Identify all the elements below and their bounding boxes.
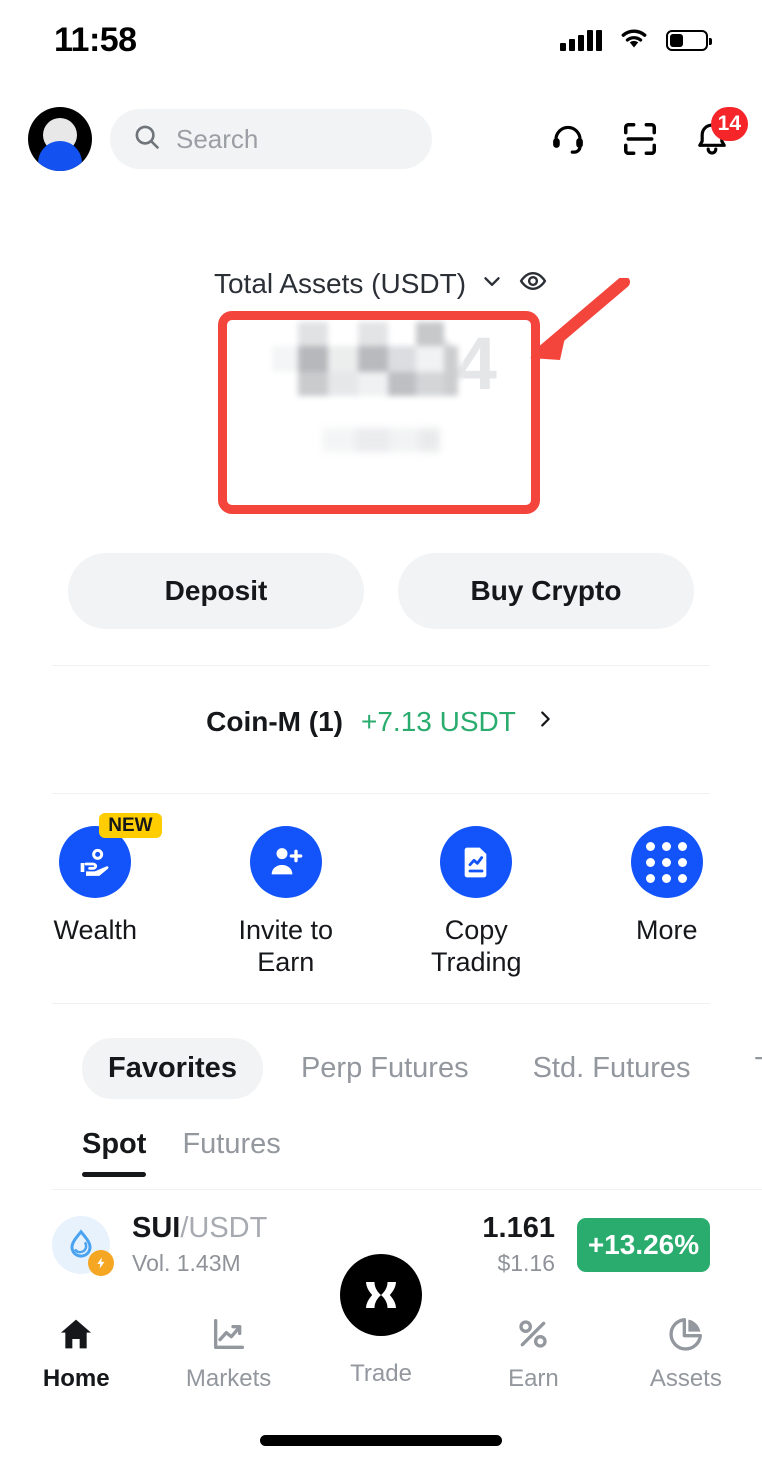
coin-m-pnl: +7.13 USDT [361,705,516,737]
divider-top [52,665,710,666]
subtab-futures[interactable]: Futures [182,1128,280,1177]
wifi-icon [618,26,650,55]
coin-price-usd: $1.16 [497,1249,555,1276]
nav-label: Home [42,1365,110,1392]
nav-assets[interactable]: Assets [610,1300,762,1393]
chevron-down-icon[interactable] [479,268,505,299]
document-chart-icon [440,826,513,898]
quick-action-label: Wealth [53,915,138,945]
quick-action-invite-to-earn[interactable]: Invite to Earn [191,826,382,979]
coin-change-badge[interactable]: +13.26% [577,1218,710,1272]
tab-favorites[interactable]: Favorites [82,1038,263,1099]
status-bar: 11:58 [0,0,762,80]
eye-icon[interactable] [518,266,548,301]
total-assets-label: Total Assets (USDT) [213,267,467,299]
user-avatar-icon[interactable] [28,107,92,171]
new-badge: NEW [99,813,162,838]
coin-price-block: 1.161 $1.16 [482,1212,555,1277]
buy-crypto-button[interactable]: Buy Crypto [398,553,694,629]
sui-droplet-icon [52,1216,114,1276]
quick-action-label: Copy Trading [430,915,522,977]
nav-label: Trade [350,1360,412,1387]
pie-chart-icon [669,1318,702,1351]
home-indicator [260,1435,502,1446]
balance-subvalue-masked [322,428,440,452]
tab-std-futures[interactable]: Std. Futures [507,1038,717,1099]
app-header: Search 14 [0,103,762,175]
balance-masked-digits [266,316,464,402]
nav-label: Earn [508,1365,559,1392]
subtabs-rule [52,1189,762,1190]
user-plus-icon [249,826,322,898]
nav-earn[interactable]: Earn [457,1300,609,1393]
tab-top-gainers[interactable]: Top G [729,1038,762,1099]
hand-coin-icon: NEW [59,813,162,898]
quick-actions: NEW Wealth Invite to Earn Copy Trading M… [0,813,762,979]
bell-icon[interactable]: 14 [690,107,748,161]
chart-line-icon [213,1319,244,1349]
home-icon [61,1319,92,1349]
quick-action-more[interactable]: More [572,826,762,979]
market-sub-tabs: Spot Futures [82,1128,281,1177]
headset-support-icon[interactable] [546,117,590,161]
divider-quick [52,1003,710,1004]
search-icon [132,122,162,157]
coin-m-label: Coin-M (1) [206,705,343,737]
tab-perp-futures[interactable]: Perp Futures [275,1038,495,1099]
divider-coinm [52,793,710,794]
search-placeholder: Search [176,123,259,154]
signal-bars-icon [560,29,602,51]
nav-label: Markets [185,1365,272,1392]
app-screen: 11:58 Search 14 Total Assets (USDT) Depo… [0,0,762,1468]
search-input[interactable]: Search [110,109,432,169]
quick-action-label: More [635,915,698,945]
coin-volume: Vol. 1.43M [132,1249,241,1276]
notification-badge: 14 [710,107,748,141]
quick-action-copy-trading[interactable]: Copy Trading [381,826,572,979]
nav-label: Assets [649,1365,722,1392]
market-category-tabs: Favorites Perp Futures Std. Futures Top … [0,1038,762,1099]
subtab-spot[interactable]: Spot [82,1128,147,1177]
status-time: 11:58 [54,20,137,59]
lightning-bolt-icon [88,1250,114,1276]
grid-dots-icon [630,826,703,898]
header-actions: 14 [546,107,748,161]
trade-x-logo-icon [340,1254,423,1336]
coin-price: 1.161 [482,1212,555,1245]
status-indicators [560,26,712,55]
nav-markets[interactable]: Markets [152,1300,304,1393]
chevron-right-icon[interactable] [534,705,556,738]
coin-m-row[interactable]: Coin-M (1) +7.13 USDT [0,705,762,738]
coin-pair: SUI/USDT [132,1212,268,1245]
coin-meta: SUI/USDT Vol. 1.43M [132,1212,268,1277]
quick-action-wealth[interactable]: NEW Wealth [0,813,191,979]
quick-action-label: Invite to Earn [238,915,334,977]
qr-scan-icon[interactable] [618,117,662,161]
primary-actions: Deposit Buy Crypto [0,553,762,629]
total-assets-balance: .34 [0,316,762,452]
battery-icon [666,29,712,51]
percent-icon [519,1320,548,1348]
deposit-button[interactable]: Deposit [68,553,364,629]
nav-trade[interactable]: Trade [305,1254,457,1388]
bottom-navigation: Home Markets Trade Earn Assets [0,1254,762,1410]
nav-home[interactable]: Home [0,1300,152,1393]
total-assets-header[interactable]: Total Assets (USDT) [0,266,762,301]
